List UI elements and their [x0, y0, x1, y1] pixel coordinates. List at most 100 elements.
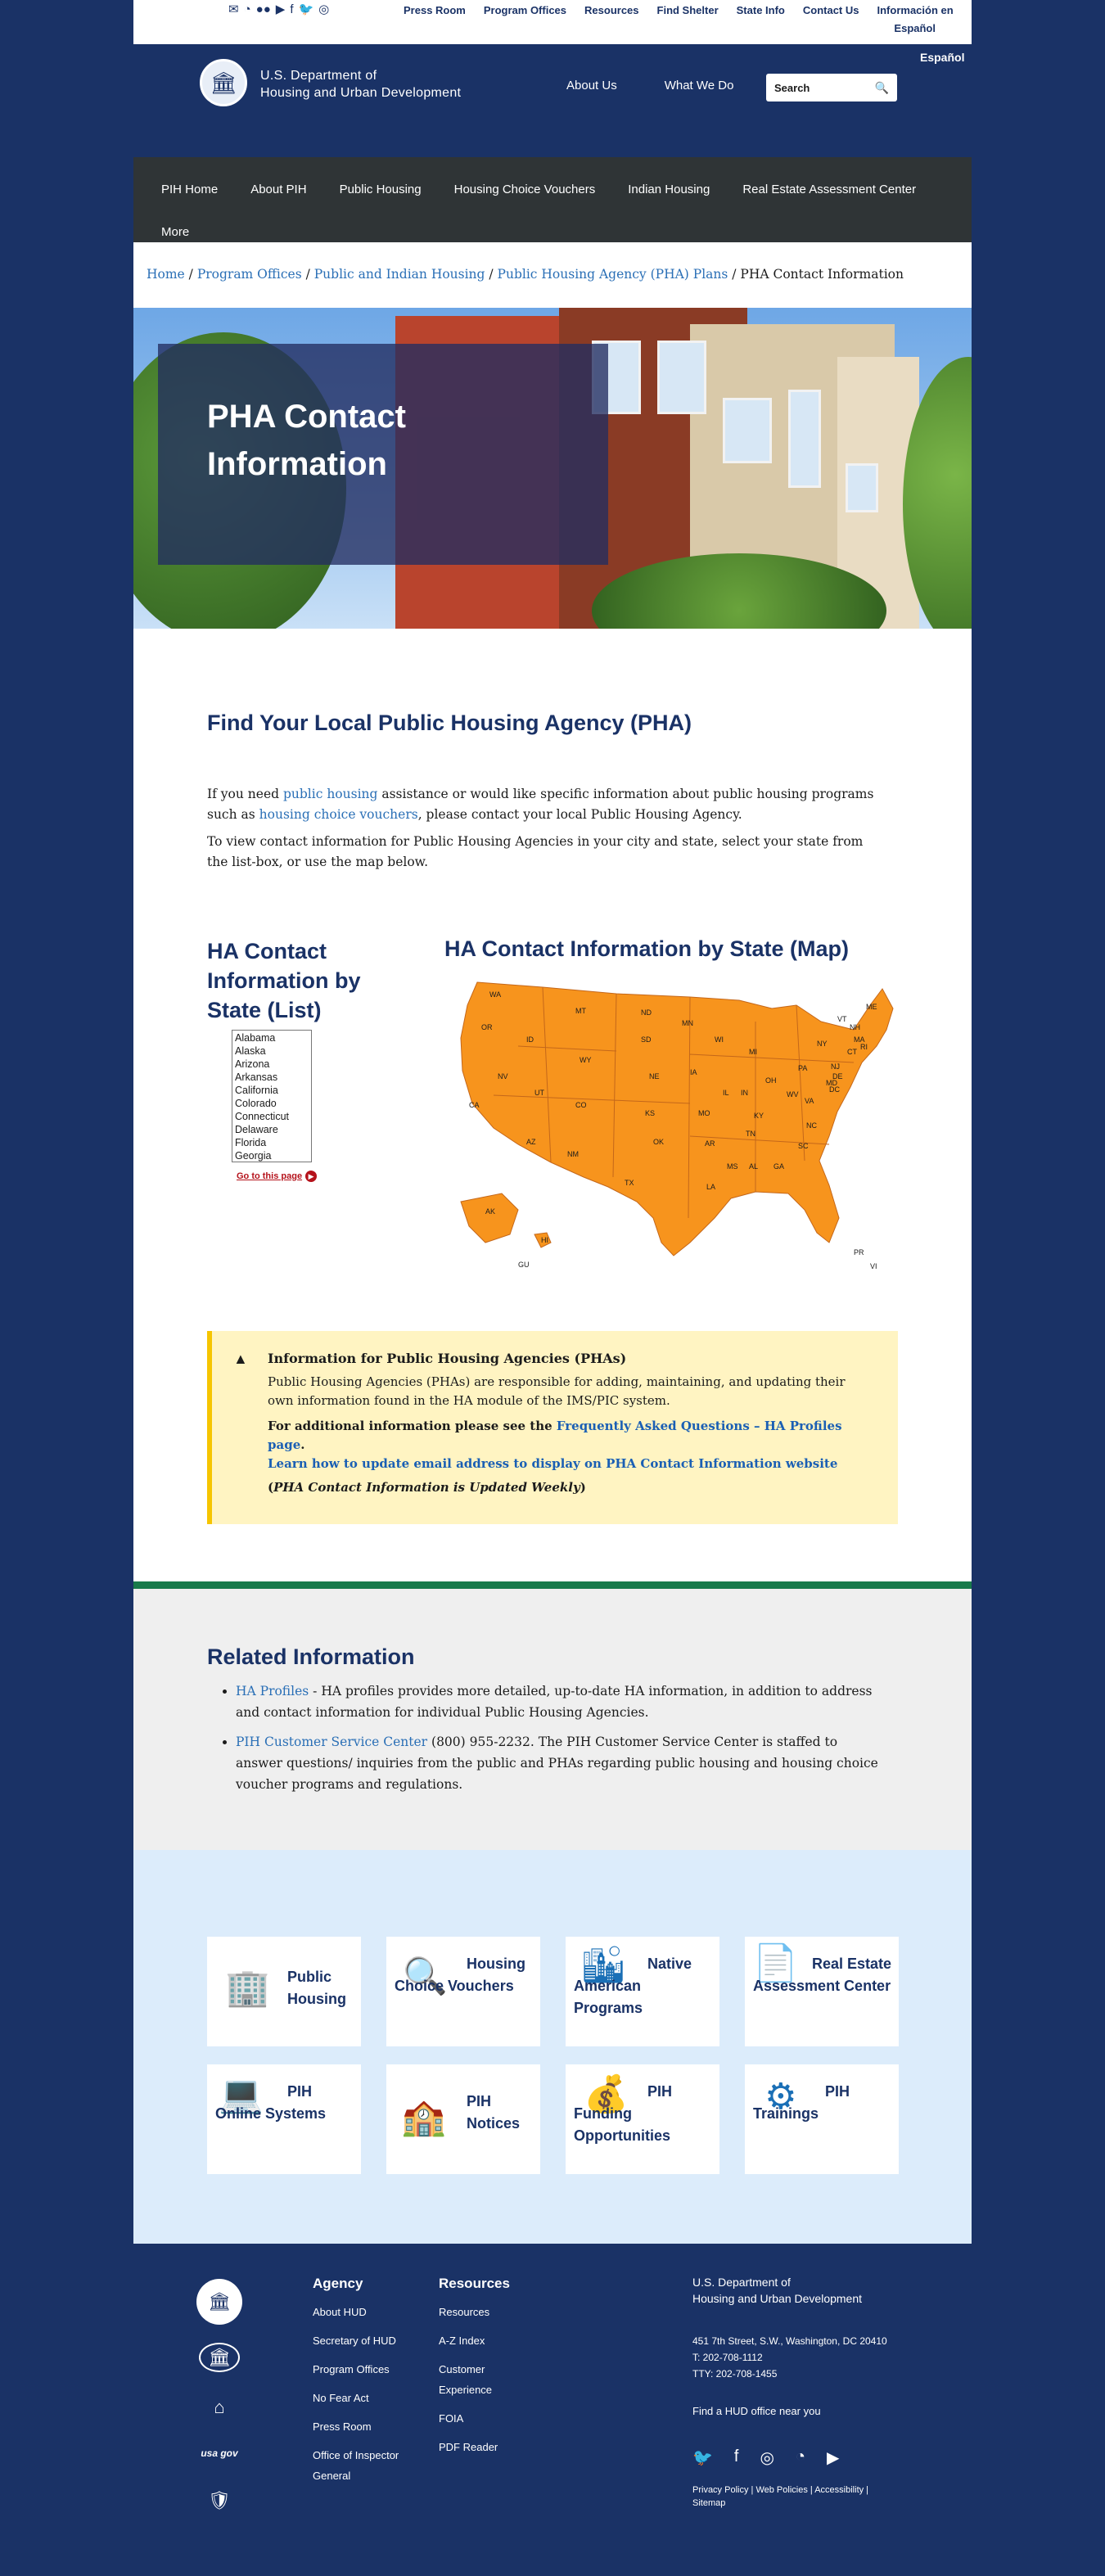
- state-label-nj[interactable]: NJ: [831, 1062, 840, 1071]
- card-housing-choice-vouchers[interactable]: 🔍 Housing Choice Vouchers: [386, 1937, 540, 2046]
- state-option[interactable]: Alaska: [235, 1044, 309, 1058]
- footer-link-resources[interactable]: Resources: [439, 2302, 521, 2322]
- state-label-pa[interactable]: PA: [798, 1064, 807, 1072]
- search-input[interactable]: Search 🔍: [766, 74, 897, 102]
- state-label-id[interactable]: ID: [526, 1035, 534, 1044]
- state-label-nc[interactable]: NC: [806, 1121, 817, 1130]
- pih-customer-service-link[interactable]: PIH Customer Service Center: [236, 1735, 427, 1749]
- state-label-nd[interactable]: ND: [641, 1008, 652, 1017]
- find-hud-office-link[interactable]: Find a HUD office near you: [692, 2403, 821, 2420]
- rss-icon[interactable]: ◔: [244, 2, 251, 17]
- white-house-icon[interactable]: 🏛: [199, 2343, 240, 2372]
- instagram-icon[interactable]: ◎: [318, 2, 329, 17]
- state-label-ms[interactable]: MS: [727, 1162, 738, 1171]
- state-label-ks[interactable]: KS: [645, 1109, 655, 1117]
- sitemap-link[interactable]: Sitemap: [692, 2498, 725, 2508]
- search-icon[interactable]: 🔍: [875, 81, 889, 95]
- us-state-map[interactable]: WA OR ID MT WY ND SD NE MN WI MI IA IL IN OH PA NY VTNH ME…: [444, 972, 903, 1283]
- breadcrumb-pha-plans[interactable]: Public Housing Agency (PHA) Plans: [498, 267, 728, 282]
- card-pih-notices[interactable]: 🏫 PIH Notices: [386, 2064, 540, 2174]
- state-option[interactable]: Delaware: [235, 1123, 309, 1136]
- state-option[interactable]: Arizona: [235, 1058, 309, 1071]
- state-label-ca[interactable]: CA: [469, 1101, 480, 1109]
- state-option[interactable]: Florida: [235, 1136, 309, 1149]
- web-policies-link[interactable]: Web Policies: [755, 2485, 807, 2495]
- breadcrumb-program-offices[interactable]: Program Offices: [197, 267, 302, 282]
- equal-housing-icon[interactable]: ⌂: [199, 2387, 240, 2428]
- state-label-mi[interactable]: MI: [749, 1048, 757, 1056]
- state-label-il[interactable]: IL: [723, 1089, 729, 1097]
- state-label-ny[interactable]: NY: [817, 1040, 828, 1048]
- email-icon[interactable]: ✉: [228, 2, 239, 17]
- state-listbox[interactable]: Alabama Alaska Arizona Arkansas Californ…: [232, 1030, 312, 1162]
- state-label-mo[interactable]: MO: [698, 1109, 710, 1117]
- section-nav-pih-home[interactable]: PIH Home: [161, 169, 218, 211]
- footer-link-no-fear-act[interactable]: No Fear Act: [313, 2388, 419, 2408]
- youtube-icon[interactable]: ▶: [827, 2447, 839, 2468]
- state-label-ne[interactable]: NE: [649, 1072, 660, 1080]
- section-nav-about-pih[interactable]: About PIH: [250, 169, 306, 211]
- go-to-page-button[interactable]: Go to this page ▶: [237, 1171, 318, 1182]
- state-label-sd[interactable]: SD: [641, 1035, 652, 1044]
- state-label-wa[interactable]: WA: [489, 990, 501, 999]
- section-nav-hcv[interactable]: Housing Choice Vouchers: [454, 169, 596, 211]
- state-label-pr[interactable]: PR: [854, 1248, 864, 1256]
- oig-icon[interactable]: 🛡: [199, 2480, 240, 2521]
- privacy-policy-link[interactable]: Privacy Policy: [692, 2485, 748, 2495]
- card-pih-trainings[interactable]: ⚙ PIH Trainings: [745, 2064, 899, 2174]
- utility-link-press-room[interactable]: Press Room: [404, 3, 466, 18]
- state-label-or[interactable]: OR: [481, 1023, 493, 1031]
- state-option[interactable]: Connecticut: [235, 1110, 309, 1123]
- state-label-sc[interactable]: SC: [798, 1142, 809, 1150]
- state-label-vt[interactable]: VT: [837, 1015, 847, 1023]
- utility-link-resources[interactable]: Resources: [584, 3, 638, 18]
- footer-link-foia[interactable]: FOIA: [439, 2408, 521, 2429]
- section-nav-reac[interactable]: Real Estate Assessment Center: [742, 169, 916, 211]
- state-label-nh[interactable]: NH: [850, 1023, 860, 1031]
- utility-link-find-shelter[interactable]: Find Shelter: [657, 3, 719, 18]
- agency-name[interactable]: U.S. Department of Housing and Urban Dev…: [260, 67, 461, 102]
- state-label-wy[interactable]: WY: [580, 1056, 592, 1064]
- card-native-american-programs[interactable]: 🏙 Native American Programs: [566, 1937, 719, 2046]
- utility-link-informacion[interactable]: Información en: [877, 3, 954, 18]
- nav-about-us[interactable]: About Us: [566, 79, 617, 92]
- breadcrumb-home[interactable]: Home: [147, 267, 185, 282]
- card-pih-online-systems[interactable]: 💻 PIH Online Systems: [207, 2064, 361, 2174]
- footer-link-press-room[interactable]: Press Room: [313, 2416, 419, 2437]
- utility-link-state-info[interactable]: State Info: [737, 3, 785, 18]
- state-label-vi[interactable]: VI: [870, 1262, 877, 1270]
- update-email-link[interactable]: Learn how to update email address to dis…: [268, 1456, 837, 1471]
- state-label-oh[interactable]: OH: [765, 1076, 777, 1085]
- espanol-link[interactable]: Español: [920, 51, 964, 64]
- footer-link-oig[interactable]: Office of Inspector General: [313, 2445, 419, 2486]
- rss-icon[interactable]: ◔: [796, 2447, 805, 2468]
- state-label-nv[interactable]: NV: [498, 1072, 508, 1080]
- state-label-in[interactable]: IN: [741, 1089, 748, 1097]
- section-nav-public-housing[interactable]: Public Housing: [340, 169, 422, 211]
- footer-link-pdf-reader[interactable]: PDF Reader: [439, 2437, 521, 2457]
- state-option[interactable]: California: [235, 1084, 309, 1097]
- state-label-tx[interactable]: TX: [625, 1179, 634, 1187]
- state-label-nm[interactable]: NM: [567, 1150, 579, 1158]
- nav-what-we-do[interactable]: What We Do: [665, 79, 734, 92]
- footer-link-program-offices[interactable]: Program Offices: [313, 2359, 419, 2380]
- state-label-ky[interactable]: KY: [754, 1112, 764, 1120]
- state-label-ga[interactable]: GA: [774, 1162, 784, 1171]
- state-label-ia[interactable]: IA: [690, 1068, 697, 1076]
- card-reac[interactable]: 📄 Real Estate Assessment Center: [745, 1937, 899, 2046]
- state-option[interactable]: Alabama: [235, 1031, 309, 1044]
- footer-link-secretary[interactable]: Secretary of HUD: [313, 2330, 419, 2351]
- state-label-dc[interactable]: DC: [829, 1085, 840, 1094]
- card-pih-funding[interactable]: 💰 PIH Funding Opportunities: [566, 2064, 719, 2174]
- card-public-housing[interactable]: 🏢 Public Housing: [207, 1937, 361, 2046]
- state-label-me[interactable]: ME: [866, 1003, 877, 1011]
- state-label-la[interactable]: LA: [706, 1183, 715, 1191]
- state-label-az[interactable]: AZ: [526, 1138, 536, 1146]
- facebook-icon[interactable]: f: [734, 2447, 739, 2468]
- instagram-icon[interactable]: ◎: [760, 2447, 774, 2468]
- twitter-icon[interactable]: 🐦: [298, 2, 313, 17]
- us-map-shapes[interactable]: [460, 981, 894, 1256]
- utility-link-contact-us[interactable]: Contact Us: [803, 3, 859, 18]
- hud-seal-footer-logo[interactable]: 🏛: [196, 2279, 242, 2325]
- state-label-wv[interactable]: WV: [787, 1090, 799, 1099]
